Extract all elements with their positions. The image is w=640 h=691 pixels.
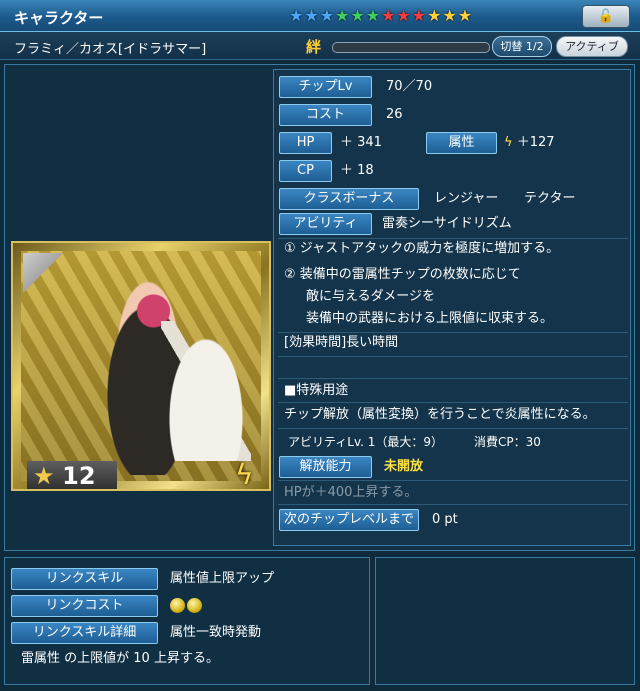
kizuna-progress-bar xyxy=(332,42,490,53)
star-icon: ★ xyxy=(442,6,457,25)
ability-value: 雷奏シーサイドリズム xyxy=(382,216,512,231)
coin-icon xyxy=(170,598,185,613)
name-bar: フラミィ／カオス[イドラサマー] 絆 切替 1/2 アクティブ xyxy=(0,32,640,60)
link-detail-desc: 雷属性 の上限値が 10 上昇する。 xyxy=(21,651,219,666)
chip-lv-value: 70／70 xyxy=(386,79,433,94)
ability-text-2: ② 装備中の雷属性チップの枚数に応じて xyxy=(284,267,521,282)
window-title: キャラクター xyxy=(14,9,104,27)
ability-duration: [効果時間]長い時間 xyxy=(284,335,399,350)
hp-value: ＋ 341 xyxy=(340,135,382,150)
star-icon: ★ xyxy=(350,6,365,25)
star-icon: ★ xyxy=(427,6,442,25)
attribute-value: ＋127 xyxy=(516,135,555,150)
switch-button[interactable]: 切替 1/2 xyxy=(492,36,552,57)
special-desc: チップ解放（属性変換）を行うことで炎属性になる。 xyxy=(284,407,596,422)
lightning-icon: ϟ xyxy=(235,458,254,491)
attribute-value-wrap: ϟ ＋127 xyxy=(504,132,555,154)
divider xyxy=(278,504,628,505)
ability-text-3: 敵に与えるダメージを xyxy=(306,289,435,304)
rarity-number: 12 xyxy=(62,462,96,490)
cost-value: 26 xyxy=(386,107,403,122)
link-panel: リンクスキル 属性値上限アップ リンクコスト リンクスキル詳細 属性一致時発動 … xyxy=(4,557,370,685)
release-desc: HPが＋400上昇する。 xyxy=(284,485,418,500)
divider xyxy=(278,332,628,333)
rarity-star-icon: ★ xyxy=(33,462,55,490)
link-skill-value: 属性値上限アップ xyxy=(170,571,275,586)
cp-value: ＋ 18 xyxy=(340,163,374,178)
divider xyxy=(278,402,628,403)
class-value-techter: テクター xyxy=(524,191,576,206)
release-ability-label: 解放能力 xyxy=(279,456,372,478)
cp-cost: 消費CP：30 xyxy=(474,435,541,449)
star-icon: ★ xyxy=(319,6,335,25)
hp-label: HP xyxy=(279,132,332,154)
ability-label: アビリティ xyxy=(279,213,372,235)
lightning-icon: ϟ xyxy=(504,135,513,150)
chip-card: ★ 12 ϟ xyxy=(11,241,271,491)
lock-button[interactable]: 🔓 xyxy=(582,5,630,28)
star-icon: ★ xyxy=(289,6,304,25)
chip-lv-label: チップLv xyxy=(279,76,372,98)
empty-panel xyxy=(375,557,635,685)
release-ability-value: 未開放 xyxy=(384,459,424,474)
divider xyxy=(278,356,628,357)
cost-label: コスト xyxy=(279,104,372,126)
title-bar: キャラクター ★ ★ ★ ★ ★ ★ ★ ★ ★ ★ ★ ★ 🔓 xyxy=(0,0,640,32)
star-icon: ★ xyxy=(457,6,473,25)
kizuna-icon: 絆 xyxy=(306,38,322,56)
main-panel: ★ 12 ϟ チップLv 70／70 コスト 26 HP ＋ 341 属性 ϟ … xyxy=(4,64,635,551)
cp-label: CP xyxy=(279,160,332,182)
card-illustration xyxy=(21,251,261,481)
chip-name: フラミィ／カオス[イドラサマー] xyxy=(14,42,207,57)
class-value-ranger: レンジャー xyxy=(434,191,499,206)
guitar-image xyxy=(161,321,251,461)
star-icon: ★ xyxy=(381,6,396,25)
divider xyxy=(278,238,628,239)
star-icon: ★ xyxy=(365,6,381,25)
card-rarity-badge: ★ 12 xyxy=(27,461,117,490)
link-cost-value xyxy=(170,595,204,617)
class-bonus-label: クラスボーナス xyxy=(279,188,419,210)
attribute-label: 属性 xyxy=(426,132,497,154)
link-cost-label: リンクコスト xyxy=(11,595,158,617)
rarity-stars: ★ ★ ★ ★ ★ ★ ★ ★ ★ ★ ★ ★ xyxy=(289,7,472,25)
link-detail-label: リンクスキル詳細 xyxy=(11,622,158,644)
star-icon: ★ xyxy=(396,6,411,25)
star-icon: ★ xyxy=(411,6,427,25)
info-panel: チップLv 70／70 コスト 26 HP ＋ 341 属性 ϟ ＋127 CP… xyxy=(273,69,631,546)
link-detail-value: 属性一致時発動 xyxy=(170,625,262,640)
next-level-label: 次のチップレベルまで xyxy=(279,509,419,531)
next-level-value: 0 pt xyxy=(432,512,458,527)
coin-icon xyxy=(187,598,202,613)
ability-text-1: ① ジャストアタックの威力を極度に増加する。 xyxy=(284,241,560,256)
star-icon: ★ xyxy=(335,6,350,25)
special-heading: ■特殊用途 xyxy=(284,383,349,398)
divider xyxy=(278,480,628,481)
divider xyxy=(278,428,628,429)
star-icon: ★ xyxy=(304,6,319,25)
active-button[interactable]: アクティブ xyxy=(556,36,628,57)
ability-text-4: 装備中の武器における上限値に収束する。 xyxy=(306,311,554,326)
link-skill-label: リンクスキル xyxy=(11,568,158,590)
unlock-icon: 🔓 xyxy=(597,9,615,24)
divider xyxy=(278,378,628,379)
ability-lv: アビリティLv. 1（最大：9） xyxy=(288,435,444,449)
